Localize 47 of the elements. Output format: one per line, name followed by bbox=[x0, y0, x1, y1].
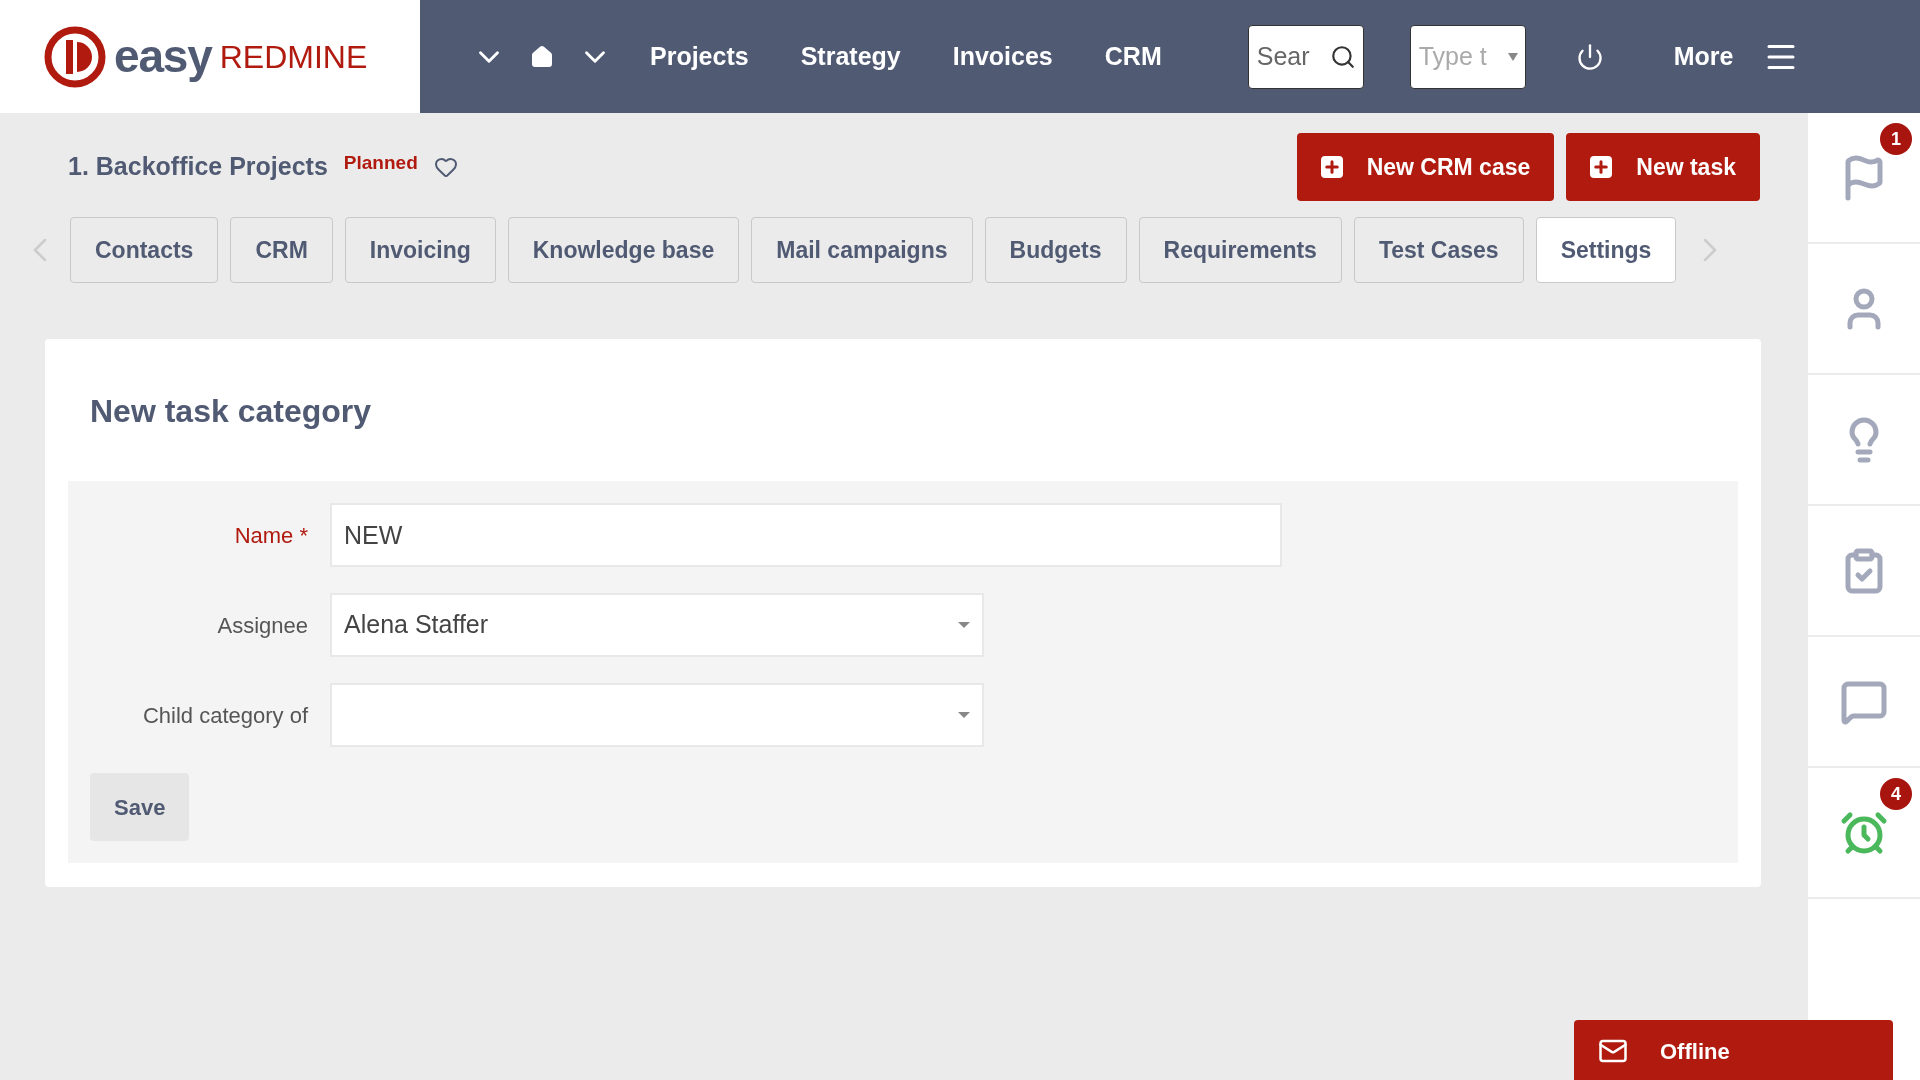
nav-link[interactable]: Strategy bbox=[774, 37, 927, 76]
nav-link[interactable]: CRM bbox=[1078, 37, 1188, 76]
sidebar-button[interactable]: 4 bbox=[1808, 768, 1920, 899]
caret-icon bbox=[958, 712, 970, 718]
tab[interactable]: Knowledge base bbox=[507, 217, 740, 283]
search-field[interactable]: Sear bbox=[1247, 24, 1364, 89]
home-icon bbox=[530, 44, 554, 69]
save-button[interactable]: Save bbox=[90, 773, 190, 841]
add-button[interactable]: New task bbox=[1566, 133, 1760, 201]
add-button[interactable]: New CRM case bbox=[1296, 133, 1555, 201]
sidebar-button[interactable]: 1 bbox=[1808, 113, 1920, 244]
field-label: Name * bbox=[233, 521, 309, 550]
power-icon bbox=[1575, 42, 1604, 71]
plus-icon bbox=[1590, 156, 1613, 178]
tab[interactable]: Mail campaigns bbox=[751, 217, 973, 283]
select-field[interactable] bbox=[330, 683, 984, 747]
caret-icon bbox=[1507, 52, 1518, 61]
tab[interactable]: Test Cases bbox=[1353, 217, 1524, 283]
tab[interactable]: Invoicing bbox=[344, 217, 496, 283]
plus-icon bbox=[1320, 156, 1343, 178]
tab[interactable]: Settings bbox=[1535, 217, 1677, 283]
select-value: Alena Staffer bbox=[344, 609, 489, 641]
power-button[interactable] bbox=[1575, 42, 1604, 71]
tab[interactable]: CRM bbox=[230, 217, 333, 283]
logo-icon bbox=[44, 25, 106, 88]
logo-text: REDMINE bbox=[219, 37, 368, 77]
project-title: 1. Backoffice Projects bbox=[68, 151, 328, 183]
chat-status-button[interactable]: Offline bbox=[1574, 1020, 1893, 1080]
badge: 4 bbox=[1880, 778, 1912, 810]
status-label: Planned bbox=[343, 150, 418, 175]
field-label: Assignee bbox=[216, 611, 309, 640]
badge: 1 bbox=[1880, 123, 1912, 155]
jump-field[interactable]: Type t bbox=[1409, 24, 1526, 89]
logo-text: easy bbox=[114, 29, 212, 84]
tab[interactable]: Budgets bbox=[984, 217, 1127, 283]
form-title: New task category bbox=[89, 392, 372, 431]
caret-icon bbox=[958, 622, 970, 628]
heart-icon[interactable] bbox=[433, 155, 458, 179]
name-input[interactable]: NEW bbox=[330, 503, 1282, 567]
select-field[interactable]: Alena Staffer bbox=[330, 593, 984, 657]
more-button[interactable]: More bbox=[1673, 37, 1734, 76]
nav-link[interactable]: Projects bbox=[624, 37, 775, 76]
field-label: Child category of bbox=[141, 701, 309, 730]
search-icon bbox=[1329, 43, 1356, 70]
tab[interactable]: Contacts bbox=[70, 217, 219, 283]
tab[interactable]: Requirements bbox=[1138, 217, 1342, 283]
nav-link[interactable]: Invoices bbox=[926, 37, 1079, 76]
